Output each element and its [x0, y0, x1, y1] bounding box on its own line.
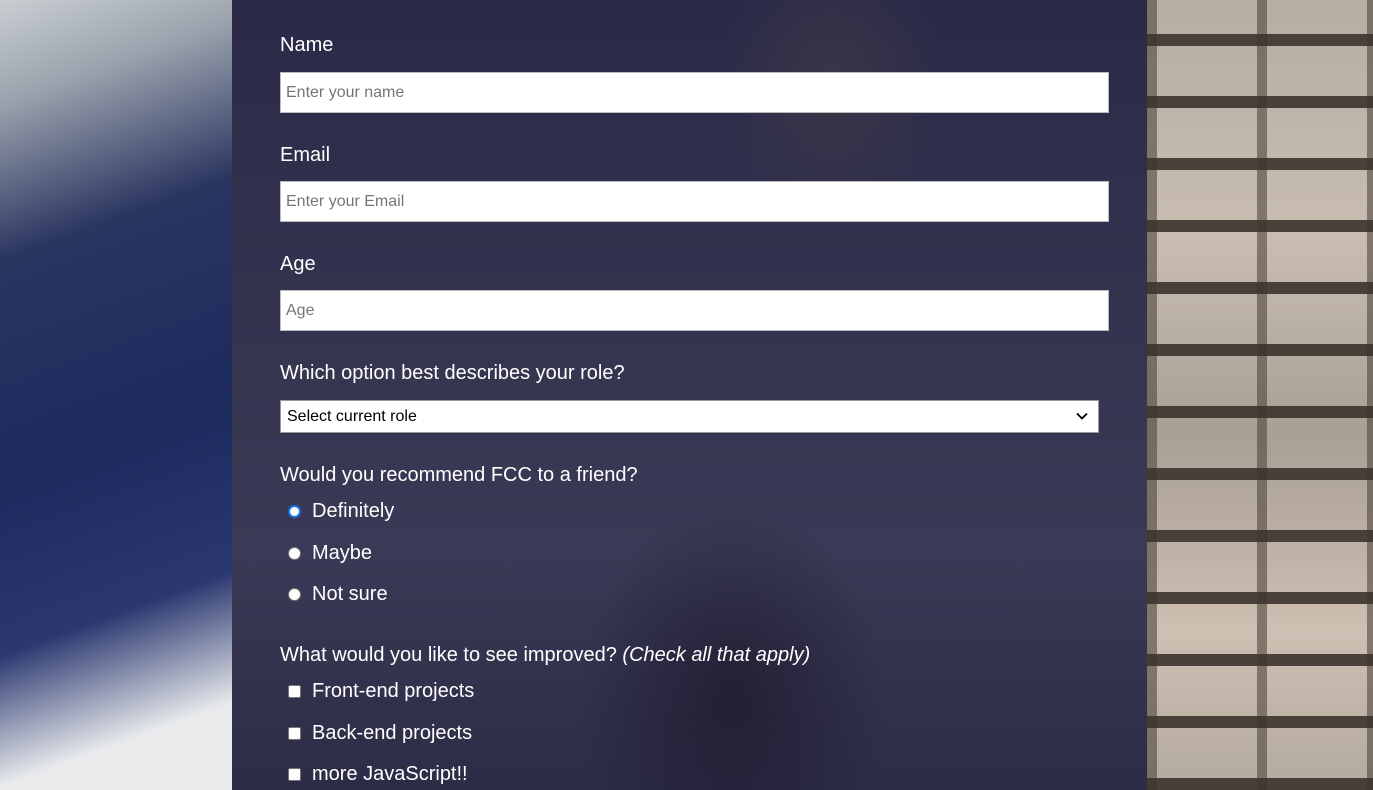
email-input[interactable]	[280, 181, 1109, 222]
checkbox-front-end[interactable]	[288, 685, 301, 698]
checkbox-option-front-end[interactable]: Front-end projects	[288, 680, 474, 703]
recommend-label: Would you recommend FCC to a friend?	[280, 464, 638, 486]
radio-button-definitely[interactable]	[288, 505, 301, 518]
radio-option-definitely[interactable]: Definitely	[288, 500, 394, 523]
age-label: Age	[280, 253, 316, 275]
age-input[interactable]	[280, 290, 1109, 331]
survey-form-panel	[232, 0, 1147, 790]
name-label: Name	[280, 34, 334, 56]
improve-hint: (Check all that apply)	[622, 644, 811, 666]
improve-label: What would you like to see improved? (Ch…	[280, 643, 810, 667]
radio-option-maybe[interactable]: Maybe	[288, 542, 372, 565]
checkbox-javascript[interactable]	[288, 768, 301, 781]
checkbox-option-back-end[interactable]: Back-end projects	[288, 722, 472, 745]
background-photo-right	[1147, 0, 1373, 790]
role-select-value: Select current role	[287, 407, 417, 425]
checkbox-label-back-end: Back-end projects	[312, 722, 473, 744]
radio-label-definitely: Definitely	[312, 500, 395, 522]
radio-button-maybe[interactable]	[288, 547, 301, 560]
chevron-down-icon	[1076, 412, 1088, 420]
improve-question: What would you like to see improved?	[280, 644, 617, 666]
checkbox-label-javascript: more JavaScript!!	[312, 763, 468, 785]
background-photo-left	[0, 0, 232, 790]
radio-option-not-sure[interactable]: Not sure	[288, 583, 388, 606]
radio-label-maybe: Maybe	[312, 542, 373, 564]
checkbox-label-front-end: Front-end projects	[312, 680, 475, 702]
radio-label-not-sure: Not sure	[312, 583, 388, 605]
checkbox-option-javascript[interactable]: more JavaScript!!	[288, 763, 468, 786]
email-label: Email	[280, 144, 331, 166]
role-select[interactable]: Select current role	[280, 400, 1099, 433]
name-input[interactable]	[280, 72, 1109, 113]
role-label: Which option best describes your role?	[280, 362, 625, 384]
radio-button-not-sure[interactable]	[288, 588, 301, 601]
checkbox-back-end[interactable]	[288, 727, 301, 740]
